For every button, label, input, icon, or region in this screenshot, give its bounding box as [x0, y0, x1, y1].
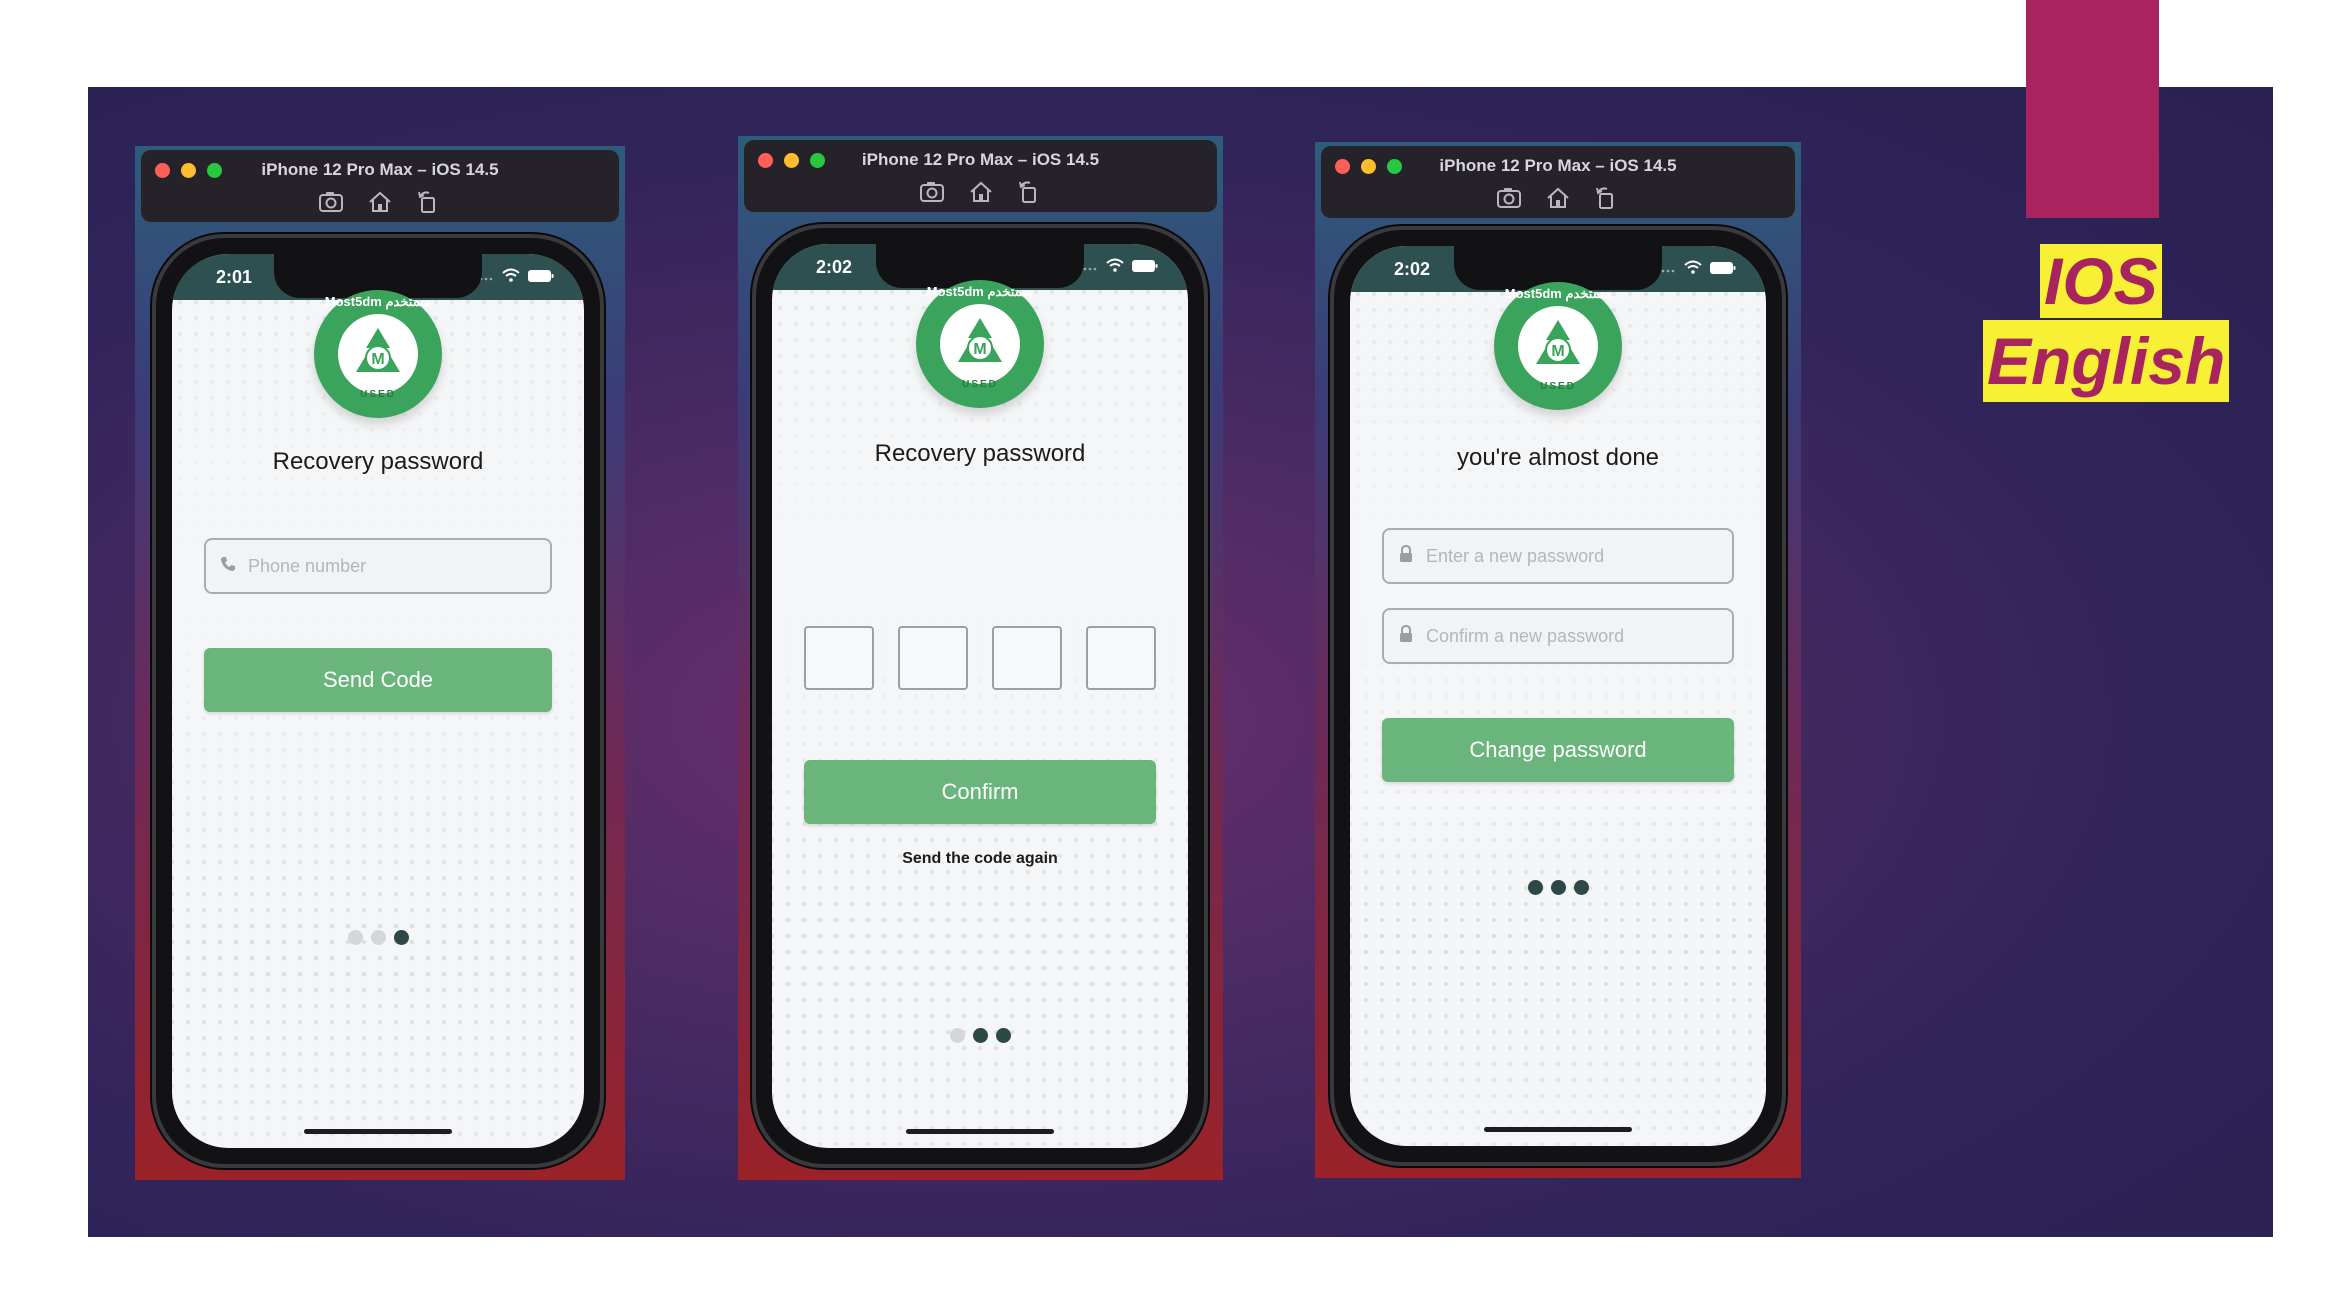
code-digit-3[interactable]: [992, 626, 1062, 690]
battery-icon: [528, 269, 554, 287]
logo-letter: M: [973, 341, 986, 358]
recycle-icon: M: [958, 318, 1002, 362]
wifi-icon: [1684, 260, 1702, 279]
simulator-titlebar: iPhone 12 Pro Max – iOS 14.5: [1321, 146, 1795, 218]
phone-screen: 2:01 Most5dm مستخدم M USED Recovery pass…: [172, 254, 584, 1148]
recycle-icon: M: [1536, 320, 1580, 364]
resend-code-link[interactable]: Send the code again: [772, 850, 1188, 868]
simulator-window-2: iPhone 12 Pro Max – iOS 14.5 2:02 Most5d…: [738, 136, 1223, 1180]
platform-label: IOS: [2040, 244, 2162, 318]
rotate-icon[interactable]: [1592, 184, 1620, 212]
logo-badge-text: USED: [1540, 381, 1576, 392]
simulator-window-3: iPhone 12 Pro Max – iOS 14.5 2:02 Most5d…: [1315, 142, 1801, 1178]
logo-ring-text: Most5dm مستخدم: [926, 284, 1034, 299]
logo-letter: M: [371, 351, 384, 368]
screenshot-icon[interactable]: [1496, 184, 1524, 212]
screenshot-icon[interactable]: [919, 178, 947, 206]
status-time: 2:02: [816, 257, 853, 277]
new-password-placeholder: Enter a new password: [1426, 545, 1605, 566]
confirm-password-input[interactable]: Confirm a new password: [1382, 608, 1734, 664]
language-label: English: [1983, 320, 2230, 402]
dot-pattern-bottom: [1350, 608, 1766, 1146]
confirm-button[interactable]: Confirm: [804, 760, 1156, 824]
home-indicator[interactable]: [906, 1129, 1054, 1134]
page-indicator: [772, 1028, 1188, 1043]
page-indicator: [1350, 880, 1766, 895]
logo-ring-text: Most5dm مستخدم: [324, 294, 432, 309]
lock-icon: [1398, 624, 1414, 648]
page-dot: [370, 930, 386, 945]
screen-heading: you're almost done: [1456, 444, 1660, 471]
page-dot-active: [972, 1028, 988, 1043]
page-dot-active: [1573, 880, 1589, 895]
app-logo: Most5dm مستخدم M USED: [1494, 282, 1622, 410]
screenshot-icon[interactable]: [318, 188, 346, 216]
lock-icon: [1398, 544, 1414, 568]
logo-ring-text: Most5dm مستخدم: [1504, 286, 1612, 301]
accent-bar: [2026, 0, 2159, 218]
logo-badge-text: USED: [962, 379, 998, 390]
phone-icon: [220, 556, 236, 577]
app-logo: Most5dm مستخدم M USED: [916, 280, 1044, 408]
logo-badge-text: USED: [360, 389, 396, 400]
screen-heading: Recovery password: [874, 440, 1086, 467]
page-indicator: [172, 930, 584, 945]
home-icon[interactable]: [366, 188, 394, 216]
status-time: 2:02: [1394, 259, 1431, 279]
code-digit-4[interactable]: [1086, 626, 1156, 690]
wifi-icon: [1106, 258, 1124, 277]
page-dot: [347, 930, 363, 945]
simulator-titlebar: iPhone 12 Pro Max – iOS 14.5: [744, 140, 1217, 212]
phone-screen: 2:02 Most5dm مستخدم M USED Recovery pass…: [772, 244, 1188, 1148]
code-digit-1[interactable]: [804, 626, 874, 690]
home-indicator[interactable]: [304, 1129, 452, 1134]
page-dot-active: [1527, 880, 1543, 895]
iphone-frame: 2:02 Most5dm مستخدم M USED Recovery pass…: [752, 224, 1208, 1168]
screen-heading: Recovery password: [272, 448, 484, 475]
confirm-password-placeholder: Confirm a new password: [1426, 625, 1625, 646]
wifi-icon: [502, 268, 520, 287]
phone-number-placeholder: Phone number: [248, 555, 367, 576]
status-time: 2:01: [216, 267, 253, 287]
recycle-icon: M: [356, 328, 400, 372]
page-dot: [949, 1028, 965, 1043]
simulator-title: iPhone 12 Pro Max – iOS 14.5: [1439, 156, 1677, 175]
code-digit-2[interactable]: [898, 626, 968, 690]
change-password-button[interactable]: Change password: [1382, 718, 1734, 782]
phone-screen: 2:02 Most5dm مستخدم M USED you're almost…: [1350, 246, 1766, 1146]
battery-icon: [1710, 261, 1736, 279]
page-dot-active: [1550, 880, 1566, 895]
rotate-icon[interactable]: [414, 188, 442, 216]
new-password-input[interactable]: Enter a new password: [1382, 528, 1734, 584]
iphone-frame: 2:02 Most5dm مستخدم M USED you're almost…: [1330, 226, 1786, 1166]
page-dot-active: [393, 930, 409, 945]
page-dot-active: [995, 1028, 1011, 1043]
simulator-titlebar: iPhone 12 Pro Max – iOS 14.5: [141, 150, 619, 222]
home-icon[interactable]: [1544, 184, 1572, 212]
home-indicator[interactable]: [1484, 1127, 1632, 1132]
phone-number-input[interactable]: Phone number: [204, 538, 552, 594]
send-code-button[interactable]: Send Code: [204, 648, 552, 712]
simulator-title: iPhone 12 Pro Max – iOS 14.5: [861, 150, 1100, 169]
rotate-icon[interactable]: [1015, 178, 1043, 206]
battery-icon: [1132, 259, 1158, 277]
simulator-window-1: iPhone 12 Pro Max – iOS 14.5 2:01 Most5d…: [135, 146, 625, 1180]
iphone-frame: 2:01 Most5dm مستخدم M USED Recovery pass…: [152, 234, 604, 1168]
logo-letter: M: [1551, 343, 1564, 360]
home-icon[interactable]: [967, 178, 995, 206]
simulator-title: iPhone 12 Pro Max – iOS 14.5: [261, 160, 499, 179]
app-logo: Most5dm مستخدم M USED: [314, 290, 442, 418]
